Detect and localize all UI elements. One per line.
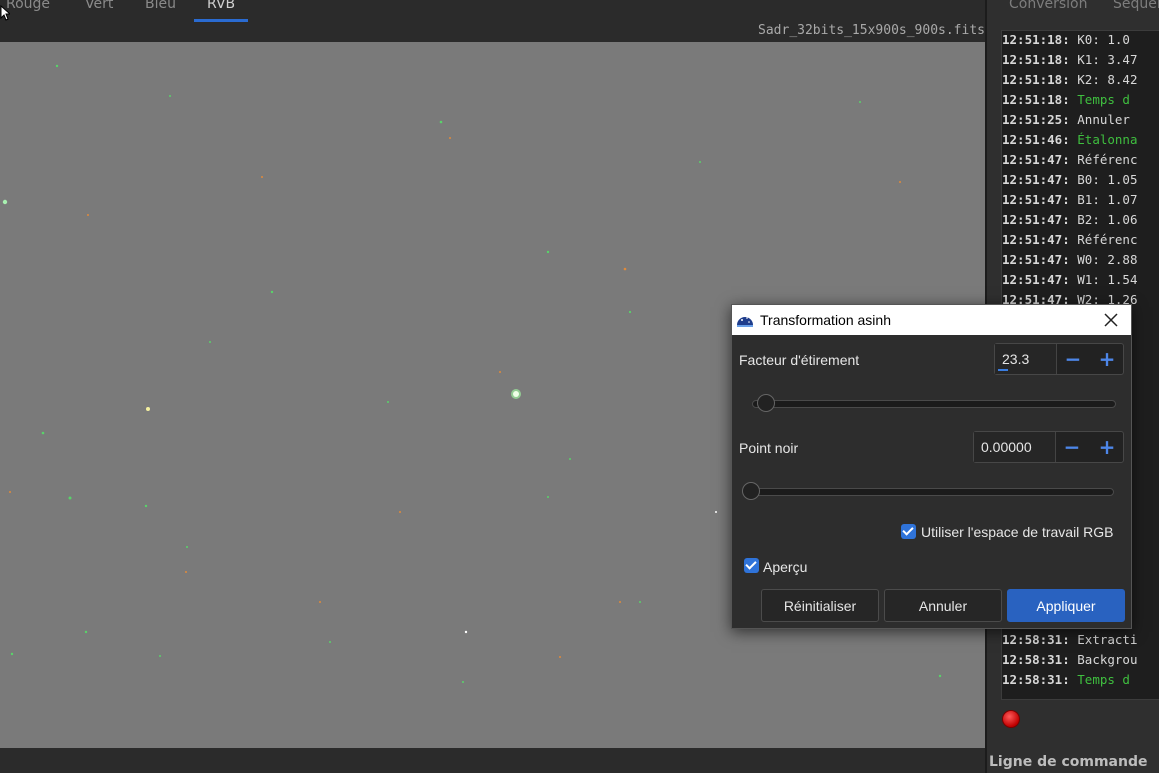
stretch-factor-label: Facteur d'étirement [739, 352, 860, 368]
log-time: 12:51:47: [1002, 172, 1070, 187]
log-line: 12:51:18: K2: 8.42 [1002, 72, 1137, 87]
log-time: 12:51:18: [1002, 72, 1070, 87]
log-time: 12:51:18: [1002, 92, 1070, 107]
log-time: 12:51:46: [1002, 132, 1070, 147]
log-time: 12:51:47: [1002, 232, 1070, 247]
rgb-workspace-checkbox[interactable] [901, 524, 916, 539]
log-time: 12:58:31: [1002, 672, 1070, 687]
log-message: Annuler [1077, 112, 1130, 127]
mouse-cursor-icon [0, 5, 10, 21]
stretch-factor-spinbox: 23.3 − + [994, 343, 1124, 375]
rgb-workspace-label: Utiliser l'espace de travail RGB [921, 524, 1114, 540]
viewer-status-bar [0, 748, 985, 773]
stretch-factor-slider[interactable] [752, 400, 1116, 408]
log-line: 12:51:47: B0: 1.05 [1002, 172, 1137, 187]
stretch-slider-handle[interactable] [756, 394, 775, 412]
black-point-spinbox: 0.00000 − + [973, 431, 1124, 463]
tab-sequence[interactable]: Séquen [1113, 0, 1159, 12]
tab-rvb[interactable]: RVB [207, 0, 235, 12]
log-line: 12:51:47: W1: 1.54 [1002, 272, 1137, 287]
tab-vert[interactable]: Vert [85, 0, 113, 12]
black-point-slider[interactable] [744, 488, 1114, 496]
log-line: 12:51:25: Annuler [1002, 112, 1130, 127]
log-line: 12:51:46: Étalonna [1002, 132, 1137, 147]
black-point-input[interactable]: 0.00000 [974, 432, 1056, 462]
black-point-slider-handle[interactable] [742, 482, 760, 500]
reset-button[interactable]: Réinitialiser [761, 589, 879, 622]
preview-checkbox[interactable] [744, 558, 759, 573]
cancel-button[interactable]: Annuler [884, 589, 1002, 622]
log-time: 12:51:25: [1002, 112, 1070, 127]
black-point-minus-button[interactable]: − [1055, 432, 1089, 462]
log-message: Temps d [1077, 672, 1130, 687]
log-message: B0: 1.05 [1077, 172, 1138, 187]
log-line: 12:51:47: Référenc [1002, 152, 1137, 167]
log-time: 12:51:47: [1002, 152, 1070, 167]
log-message: K1: 3.47 [1077, 52, 1138, 67]
dialog-title: Transformation asinh [760, 312, 891, 328]
log-line: 12:58:31: Extracti [1002, 632, 1137, 647]
log-time: 12:51:47: [1002, 252, 1070, 267]
log-line: 12:51:18: K0: 1.0 [1002, 32, 1130, 47]
log-message: B2: 1.06 [1077, 212, 1138, 227]
file-name: Sadr_32bits_15x900s_900s.fits [758, 23, 985, 38]
log-message: W1: 1.54 [1077, 272, 1138, 287]
log-time: 12:51:18: [1002, 32, 1070, 47]
dialog-titlebar[interactable]: Transformation asinh [732, 305, 1131, 335]
log-time: 12:51:47: [1002, 192, 1070, 207]
log-time: 12:51:18: [1002, 52, 1070, 67]
log-message: Extracti [1077, 632, 1138, 647]
preview-label: Aperçu [763, 559, 808, 575]
apply-button[interactable]: Appliquer [1007, 589, 1125, 622]
command-line-label: Ligne de commande [989, 754, 1148, 770]
log-line: 12:51:18: K1: 3.47 [1002, 52, 1137, 67]
log-message: Temps d [1077, 92, 1130, 107]
tab-rouge[interactable]: Rouge [6, 0, 50, 12]
log-message: Étalonna [1077, 132, 1138, 147]
black-point-plus-button[interactable]: + [1090, 432, 1124, 462]
tab-conversion[interactable]: Conversion [1009, 0, 1088, 12]
log-message: K0: 1.0 [1077, 32, 1130, 47]
log-line: 12:58:31: Backgrou [1002, 652, 1137, 667]
log-time: 12:58:31: [1002, 632, 1070, 647]
log-message: W0: 2.88 [1077, 252, 1138, 267]
close-icon[interactable] [1101, 310, 1121, 330]
asinh-dialog: Transformation asinh Facteur d'étirement… [731, 304, 1132, 629]
log-line: 12:51:47: Référenc [1002, 232, 1137, 247]
log-message: Référenc [1077, 232, 1138, 247]
log-line: 12:51:47: W0: 2.88 [1002, 252, 1137, 267]
log-line: 12:51:47: B2: 1.06 [1002, 212, 1137, 227]
file-bar: Sadr_32bits_15x900s_900s.fits [0, 22, 985, 42]
stop-icon[interactable] [1002, 710, 1020, 728]
black-point-label: Point noir [739, 440, 799, 456]
log-line: 12:51:47: B1: 1.07 [1002, 192, 1137, 207]
text-cursor [998, 369, 1008, 371]
log-time: 12:58:31: [1002, 652, 1070, 667]
tab-bleu[interactable]: Bleu [145, 0, 176, 12]
log-time: 12:51:47: [1002, 212, 1070, 227]
log-message: Référenc [1077, 152, 1138, 167]
channel-tabs: Rouge Vert Bleu RVB [0, 0, 985, 22]
log-message: Backgrou [1077, 652, 1138, 667]
log-message: K2: 8.42 [1077, 72, 1138, 87]
log-line: 12:51:18: Temps d [1002, 92, 1130, 107]
stretch-plus-button[interactable]: + [1090, 344, 1124, 374]
log-line: 12:58:31: Temps d [1002, 672, 1130, 687]
siril-icon [737, 317, 753, 327]
log-time: 12:51:47: [1002, 272, 1070, 287]
log-message: B1: 1.07 [1077, 192, 1138, 207]
stretch-minus-button[interactable]: − [1056, 344, 1090, 374]
